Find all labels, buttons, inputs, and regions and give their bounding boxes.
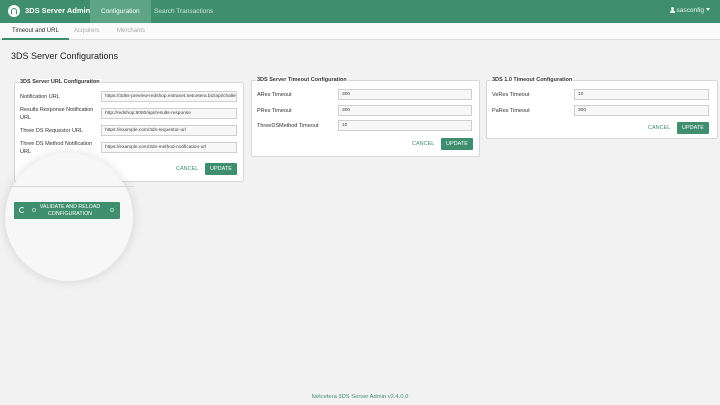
requestor-url-label: Three DS Requestor URL	[20, 128, 83, 134]
chevron-down-icon	[706, 8, 710, 11]
user-menu[interactable]: sasconfig	[670, 7, 710, 14]
refresh-icon	[19, 207, 25, 213]
method-notification-url-input[interactable]: https://example.com/3ds-method-notificat…	[101, 142, 237, 153]
threedsmethod-timeout-input[interactable]: 10	[338, 120, 472, 131]
tab-merchants[interactable]: Merchants	[107, 23, 155, 40]
pares-timeout-input[interactable]: 300	[574, 105, 709, 116]
url-config-title: 3DS Server URL Configuration	[19, 79, 101, 85]
v1-timeout-config-panel: 3DS 1.0 Timeout Configuration VeRes Time…	[486, 77, 718, 139]
app-title: 3DS Server Admin	[25, 6, 91, 15]
tab-acquirers[interactable]: Acquirers	[64, 23, 109, 40]
top-navbar: 3DS Server Admin Configuration Search Tr…	[0, 0, 720, 23]
nav-tab-configuration[interactable]: Configuration	[90, 0, 151, 23]
pares-timeout-label: PaRes Timeout	[492, 108, 530, 114]
v1-cancel-button[interactable]: CANCEL	[648, 125, 670, 131]
requestor-url-input[interactable]: https://example.com/3ds-requestor-url	[101, 125, 237, 136]
sub-navigation: Timeout and URL Acquirers Merchants	[0, 23, 720, 40]
page-title: 3DS Server Configurations	[11, 51, 119, 61]
timeout-config-title: 3DS Server Timeout Configuration	[256, 77, 348, 83]
threedsmethod-timeout-label: ThreeDSMethod Timeout	[257, 123, 319, 129]
notification-url-label: Notification URL	[20, 94, 60, 100]
sparkle-icon	[110, 208, 114, 212]
url-cancel-button[interactable]: CANCEL	[176, 166, 198, 172]
pres-timeout-label: PRes Timeout	[257, 108, 292, 114]
user-icon	[670, 7, 675, 13]
v1-update-button[interactable]: UPDATE	[677, 122, 709, 134]
timeout-config-panel: 3DS Server Timeout Configuration ARes Ti…	[251, 77, 480, 157]
ares-timeout-input[interactable]: 300	[338, 89, 472, 100]
results-response-url-label: Results Response Notification URL	[20, 107, 94, 121]
tab-timeout-and-url[interactable]: Timeout and URL	[2, 23, 69, 40]
results-response-url-input[interactable]: http://redshop:8080/api/results-response	[101, 108, 237, 119]
veres-timeout-label: VeRes Timeout	[492, 92, 530, 98]
ares-timeout-label: ARes Timeout	[257, 92, 292, 98]
veres-timeout-input[interactable]: 10	[574, 89, 709, 100]
url-update-button[interactable]: UPDATE	[205, 163, 237, 175]
timeout-cancel-button[interactable]: CANCEL	[412, 141, 434, 147]
footer-version: Netcetera 3DS Server Admin v2.4.0.0	[311, 394, 409, 400]
notification-url-input[interactable]: https://3dss-preview-redshop.extranet.ne…	[101, 91, 237, 102]
validate-and-reload-button[interactable]: VALIDATE AND RELOAD CONFIGURATION	[14, 202, 120, 219]
v1-timeout-config-title: 3DS 1.0 Timeout Configuration	[491, 77, 574, 83]
pres-timeout-input[interactable]: 300	[338, 105, 472, 116]
timeout-update-button[interactable]: UPDATE	[441, 138, 473, 150]
divider	[9, 186, 134, 187]
nav-tab-search-transactions[interactable]: Search Transactions	[143, 0, 224, 23]
validate-and-reload-label: VALIDATE AND RELOAD CONFIGURATION	[39, 204, 101, 217]
user-name: sasconfig	[676, 7, 704, 14]
netcetera-logo-icon	[8, 5, 20, 17]
